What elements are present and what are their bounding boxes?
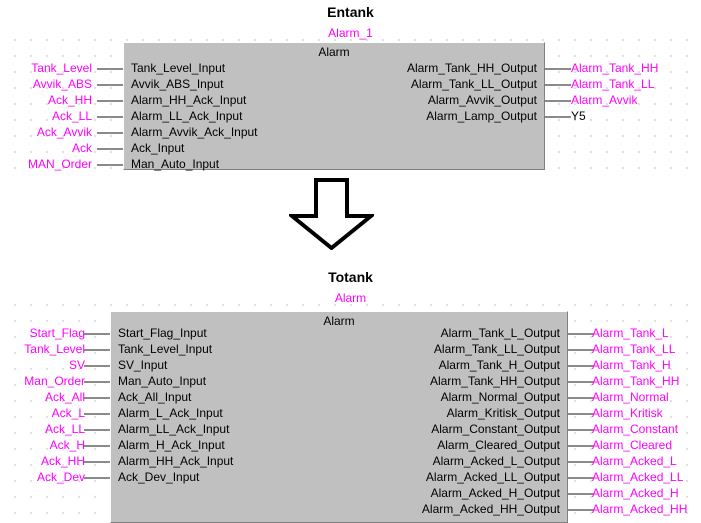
output-variable-y5[interactable]: Y5 [571, 108, 586, 124]
output-variable-alarm-normal[interactable]: Alarm_Normal [592, 389, 669, 405]
input-variable-ack-dev[interactable]: Ack_Dev [0, 469, 85, 485]
input-wire[interactable] [97, 148, 123, 150]
input-variable-ack-hh[interactable]: Ack_HH [0, 453, 85, 469]
output-wire[interactable] [545, 116, 571, 118]
output-port-alarm-kritisk-output[interactable]: Alarm_Kritisk_Output [110, 405, 560, 421]
output-variable-alarm-tank-hh[interactable]: Alarm_Tank_HH [571, 60, 658, 76]
output-wire[interactable] [568, 333, 594, 335]
input-wire[interactable] [84, 429, 110, 431]
entank-section: Entank Alarm_1 Alarm Tank_Level_Input Avv… [0, 0, 701, 180]
input-wire[interactable] [84, 413, 110, 415]
output-wire[interactable] [545, 68, 571, 70]
output-port-alarm-lamp-output[interactable]: Alarm_Lamp_Output [123, 108, 537, 124]
output-port-alarm-acked-hh-output[interactable]: Alarm_Acked_HH_Output [110, 501, 560, 517]
output-wire[interactable] [568, 493, 594, 495]
input-wire[interactable] [84, 445, 110, 447]
entank-block-type-label: Alarm [318, 45, 350, 59]
input-wire[interactable] [97, 84, 123, 86]
input-variable-avvik-abs[interactable]: Avvik_ABS [0, 76, 92, 92]
output-port-alarm-acked-h-output[interactable]: Alarm_Acked_H_Output [110, 485, 560, 501]
output-wire[interactable] [568, 445, 594, 447]
output-variable-alarm-acked-l[interactable]: Alarm_Acked_L [592, 453, 677, 469]
input-variable-ack-ll[interactable]: Ack_LL [0, 421, 85, 437]
output-wire[interactable] [568, 365, 594, 367]
output-variable-alarm-tank-h[interactable]: Alarm_Tank_H [592, 357, 671, 373]
input-variable-ack-h[interactable]: Ack_H [0, 437, 85, 453]
output-variable-alarm-acked-ll[interactable]: Alarm_Acked_LL [592, 469, 683, 485]
input-variable-man-order[interactable]: MAN_Order [0, 156, 92, 172]
output-variable-alarm-acked-hh[interactable]: Alarm_Acked_HH [592, 501, 687, 517]
totank-instance-name: Alarm [334, 291, 367, 305]
output-port-alarm-acked-ll-output[interactable]: Alarm_Acked_LL_Output [110, 469, 560, 485]
output-variable-alarm-kritisk[interactable]: Alarm_Kritisk [592, 405, 663, 421]
input-port-ack-input[interactable]: Ack_Input [131, 140, 184, 156]
input-wire[interactable] [97, 68, 123, 70]
input-wire[interactable] [84, 349, 110, 351]
input-wire[interactable] [84, 477, 110, 479]
output-port-alarm-tank-h-output[interactable]: Alarm_Tank_H_Output [110, 357, 560, 373]
output-wire[interactable] [545, 84, 571, 86]
output-port-alarm-cleared-output[interactable]: Alarm_Cleared_Output [110, 437, 560, 453]
input-variable-tank-level[interactable]: Tank_Level [0, 341, 85, 357]
output-port-alarm-tank-l-output[interactable]: Alarm_Tank_L_Output [110, 325, 560, 341]
output-variable-alarm-tank-l[interactable]: Alarm_Tank_L [592, 325, 669, 341]
input-variable-ack-l[interactable]: Ack_L [0, 405, 85, 421]
totank-section: Totank Alarm Alarm Start_Flag_Input Tank_… [0, 265, 701, 523]
input-wire[interactable] [84, 397, 110, 399]
input-variable-ack-hh[interactable]: Ack_HH [0, 92, 92, 108]
entank-instance-name: Alarm_1 [328, 26, 373, 40]
output-port-alarm-normal-output[interactable]: Alarm_Normal_Output [110, 389, 560, 405]
output-port-alarm-avvik-output[interactable]: Alarm_Avvik_Output [123, 92, 537, 108]
output-wire[interactable] [545, 100, 571, 102]
input-variable-tank-level[interactable]: Tank_Level [0, 60, 92, 76]
output-port-alarm-constant-output[interactable]: Alarm_Constant_Output [110, 421, 560, 437]
output-wire[interactable] [568, 349, 594, 351]
output-port-alarm-tank-ll-output[interactable]: Alarm_Tank_LL_Output [110, 341, 560, 357]
input-variable-ack-all[interactable]: Ack_All [0, 389, 85, 405]
input-variable-start-flag[interactable]: Start_Flag [0, 325, 85, 341]
output-port-alarm-tank-hh-output[interactable]: Alarm_Tank_HH_Output [110, 373, 560, 389]
output-variable-alarm-tank-ll[interactable]: Alarm_Tank_LL [571, 76, 654, 92]
output-variable-alarm-tank-hh[interactable]: Alarm_Tank_HH [592, 373, 679, 389]
output-port-alarm-acked-l-output[interactable]: Alarm_Acked_L_Output [110, 453, 560, 469]
output-port-alarm-tank-hh-output[interactable]: Alarm_Tank_HH_Output [123, 60, 537, 76]
input-wire[interactable] [97, 164, 123, 166]
input-wire[interactable] [97, 132, 123, 134]
totank-title: Totank [328, 269, 373, 285]
input-variable-man-order[interactable]: Man_Order [0, 373, 85, 389]
output-variable-alarm-avvik[interactable]: Alarm_Avvik [571, 92, 637, 108]
input-variable-ack[interactable]: Ack [0, 140, 92, 156]
input-wire[interactable] [84, 381, 110, 383]
input-wire[interactable] [84, 461, 110, 463]
output-wire[interactable] [568, 397, 594, 399]
output-wire[interactable] [568, 429, 594, 431]
input-port-man-auto-input[interactable]: Man_Auto_Input [131, 156, 219, 172]
output-wire[interactable] [568, 413, 594, 415]
input-port-alarm-avvik-ack-input[interactable]: Alarm_Avvik_Ack_Input [131, 124, 258, 140]
output-wire[interactable] [568, 509, 594, 511]
output-variable-alarm-tank-ll[interactable]: Alarm_Tank_LL [592, 341, 675, 357]
output-variable-alarm-cleared[interactable]: Alarm_Cleared [592, 437, 672, 453]
output-variable-alarm-acked-h[interactable]: Alarm_Acked_H [592, 485, 679, 501]
input-variable-sv[interactable]: SV [0, 357, 85, 373]
input-wire[interactable] [97, 116, 123, 118]
input-wire[interactable] [84, 333, 110, 335]
entank-title: Entank [327, 4, 374, 20]
input-wire[interactable] [97, 100, 123, 102]
input-wire[interactable] [84, 365, 110, 367]
output-variable-alarm-constant[interactable]: Alarm_Constant [592, 421, 678, 437]
down-arrow-icon [289, 178, 374, 250]
output-wire[interactable] [568, 381, 594, 383]
fbd-canvas: Entank Alarm_1 Alarm Tank_Level_Input Avv… [0, 0, 701, 523]
input-variable-ack-avvik[interactable]: Ack_Avvik [0, 124, 92, 140]
output-port-alarm-tank-ll-output[interactable]: Alarm_Tank_LL_Output [123, 76, 537, 92]
output-wire[interactable] [568, 477, 594, 479]
input-variable-ack-ll[interactable]: Ack_LL [0, 108, 92, 124]
output-wire[interactable] [568, 461, 594, 463]
